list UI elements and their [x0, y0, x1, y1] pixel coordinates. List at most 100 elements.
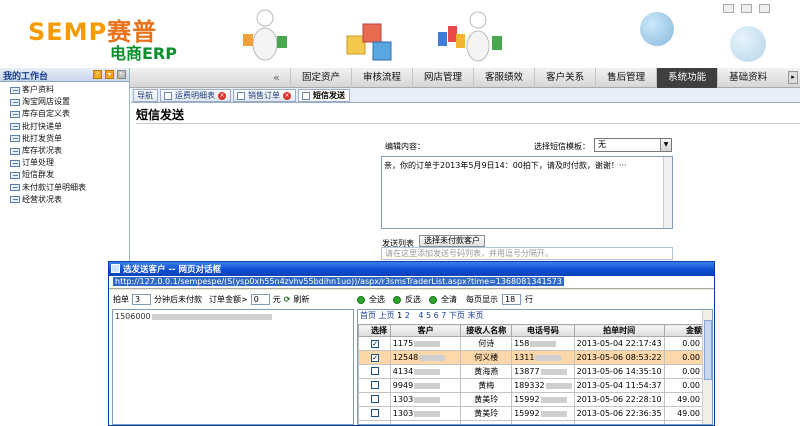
pager-page-1[interactable]: 1 [397, 311, 402, 320]
document-icon [10, 135, 20, 143]
sidebar-item[interactable]: 库存状况表 [10, 145, 129, 157]
select-all-icon[interactable] [357, 295, 365, 304]
tab[interactable]: 短信发送 [298, 89, 350, 102]
nav-item[interactable]: 网店管理 [412, 68, 473, 88]
textarea-scrollbar[interactable] [663, 157, 672, 228]
customer-cell: 1175 [389, 336, 462, 351]
invert-link[interactable]: 反选 [405, 294, 421, 305]
receiver-name-cell: 黄美玲 [460, 392, 513, 407]
row-checkbox[interactable]: ✓ [371, 354, 379, 362]
refresh-link[interactable]: 刷新 [293, 294, 309, 305]
select-cell [358, 392, 391, 407]
close-icon[interactable]: × [283, 91, 291, 100]
send-list-input[interactable]: 请在这里添加发送号码列表，并用逗号分隔开。 [381, 247, 673, 260]
phone-cell-text: 1311 [514, 353, 535, 362]
pager-page-2[interactable]: 2 [405, 311, 410, 320]
template-select[interactable]: 无 ▼ [594, 138, 672, 152]
order-time-cell-text: 2013-05-06 22:36:35 [576, 409, 662, 418]
nav-item[interactable]: 系统功能 [656, 68, 718, 88]
row-checkbox[interactable]: ✓ [371, 340, 379, 348]
sidebar-help-icon[interactable]: ? [93, 70, 102, 79]
chevron-down-icon[interactable]: ▼ [660, 139, 671, 151]
header-action-icon[interactable] [723, 4, 734, 13]
selected-numbers-text: 1506000 [115, 312, 151, 321]
column-header[interactable]: 拍单时间 [573, 324, 665, 337]
nav-item[interactable]: 客服绩效 [473, 68, 534, 88]
pager-prev[interactable]: 上页 [379, 311, 395, 320]
sidebar-item[interactable]: 批打快递单 [10, 121, 129, 133]
minutes-input[interactable]: 3 [132, 294, 151, 305]
nav-item[interactable]: 固定资产 [290, 68, 351, 88]
pager-first[interactable]: 首页 [360, 311, 376, 320]
scrollbar-thumb[interactable] [704, 320, 712, 380]
select-unpaid-button[interactable]: 选择未付款客户 [419, 235, 485, 247]
column-header[interactable]: 接收人名称 [460, 324, 513, 337]
select-all-link[interactable]: 全选 [369, 294, 385, 305]
invert-icon[interactable] [393, 295, 401, 304]
selected-numbers-area[interactable]: 1506000 [112, 309, 354, 425]
sidebar-collapse-icon[interactable]: ▾ [105, 70, 114, 79]
pager-next[interactable]: 下页 [449, 311, 465, 320]
sidebar-item[interactable]: 淘宝网店设置 [10, 96, 129, 108]
tab-bar: 导航 运费明细表 × 销售订单 × 短信发送 [131, 88, 800, 103]
tab[interactable]: 销售订单 × [233, 89, 296, 102]
redacted-block [540, 368, 567, 375]
customer-cell-text: 9949 [392, 381, 414, 390]
column-header[interactable]: 金额 [663, 324, 704, 337]
sidebar-item[interactable]: 订单处理 [10, 157, 129, 169]
tab[interactable]: 导航 [133, 89, 158, 102]
table-row[interactable] [358, 420, 704, 424]
sidebar-item[interactable]: 客户资料 [10, 84, 129, 96]
document-icon [10, 196, 20, 204]
sidebar-item[interactable]: 短信群发 [10, 169, 129, 181]
nav-item[interactable]: 基础资料 [717, 68, 778, 88]
clear-icon[interactable] [429, 295, 437, 304]
header-action-icon[interactable] [741, 4, 752, 13]
nav-item[interactable]: 审核流程 [351, 68, 412, 88]
sidebar-item[interactable]: 未付款订单明细表 [10, 182, 129, 194]
column-header[interactable]: 电话号码 [511, 324, 575, 337]
nav-scroll-icon[interactable]: ▸ [788, 71, 798, 84]
column-header[interactable]: 客户 [389, 324, 462, 337]
row-checkbox[interactable] [371, 394, 379, 403]
pager-last[interactable]: 末页 [467, 311, 483, 320]
document-icon [10, 86, 20, 94]
sidebar-refresh-icon[interactable]: ↻ [117, 70, 126, 79]
row-checkbox[interactable] [371, 380, 379, 389]
sidebar-item[interactable]: 批打发货单 [10, 133, 129, 145]
amount-cell-text: 0.00 [682, 339, 700, 348]
table-row[interactable]: 1303 黄美玲 15992 2013-05-06 22:28:10 49.00 [358, 392, 704, 407]
table-row[interactable]: ✓ 1175 何诗 158 2013-05-04 22:17:43 0.00 [358, 336, 704, 351]
table-row[interactable]: ✓ 12548 何义楼 1311 2013-05-06 08:53:22 0.00 [358, 350, 704, 365]
row-checkbox[interactable] [371, 408, 379, 417]
message-textarea[interactable]: 亲，你的订单于2013年5月9日14：00拍下，请及时付款，谢谢！··· [381, 156, 673, 229]
receiver-name-cell-text: 黄美玲 [474, 395, 499, 404]
close-icon[interactable]: × [218, 91, 226, 100]
row-checkbox[interactable] [371, 366, 379, 375]
redacted-block [419, 354, 446, 361]
receiver-name-cell: 何义楼 [460, 350, 513, 365]
pager-pages[interactable]: 4 5 6 7 [418, 311, 446, 320]
nav-item[interactable]: 客户关系 [534, 68, 595, 88]
per-page-input[interactable]: 18 [502, 294, 521, 305]
nav-item[interactable]: 售后管理 [595, 68, 656, 88]
nav-left-arrow-icon[interactable]: « [273, 71, 280, 84]
clear-link[interactable]: 全清 [441, 294, 457, 305]
sidebar-item[interactable]: 库存自定义表 [10, 108, 129, 120]
refresh-icon[interactable]: ⟳ [284, 295, 291, 304]
table-row[interactable]: 1303 黄美玲 15992 2013-05-06 22:36:35 49.00 [358, 406, 704, 421]
amount-input[interactable]: 0 [250, 294, 270, 305]
header-action-icon[interactable] [759, 4, 770, 13]
table-row[interactable]: 9949 黄梅 189332 2013-05-04 11:54:37 0.00 [358, 378, 704, 393]
dialog-titlebar[interactable]: 选发送客户 -- 网页对话框 [109, 262, 714, 276]
amount-cell [663, 420, 704, 424]
grid-scrollbar[interactable] [702, 310, 712, 424]
table-row[interactable]: 4134 黄海燕 13877 2013-05-06 14:35:10 0.00 [358, 364, 704, 379]
tab[interactable]: 运费明细表 × [160, 89, 231, 102]
dialog-url-bar[interactable]: http://127.0.0.1/sempespe/(S(ysp0xh55n4z… [109, 276, 714, 289]
sidebar-item[interactable]: 经营状况表 [10, 194, 129, 206]
customer-cell [389, 420, 462, 424]
column-header[interactable]: 选择 [358, 324, 391, 337]
sidebar-item-label: 客户资料 [22, 85, 54, 94]
redacted-block [545, 382, 572, 389]
